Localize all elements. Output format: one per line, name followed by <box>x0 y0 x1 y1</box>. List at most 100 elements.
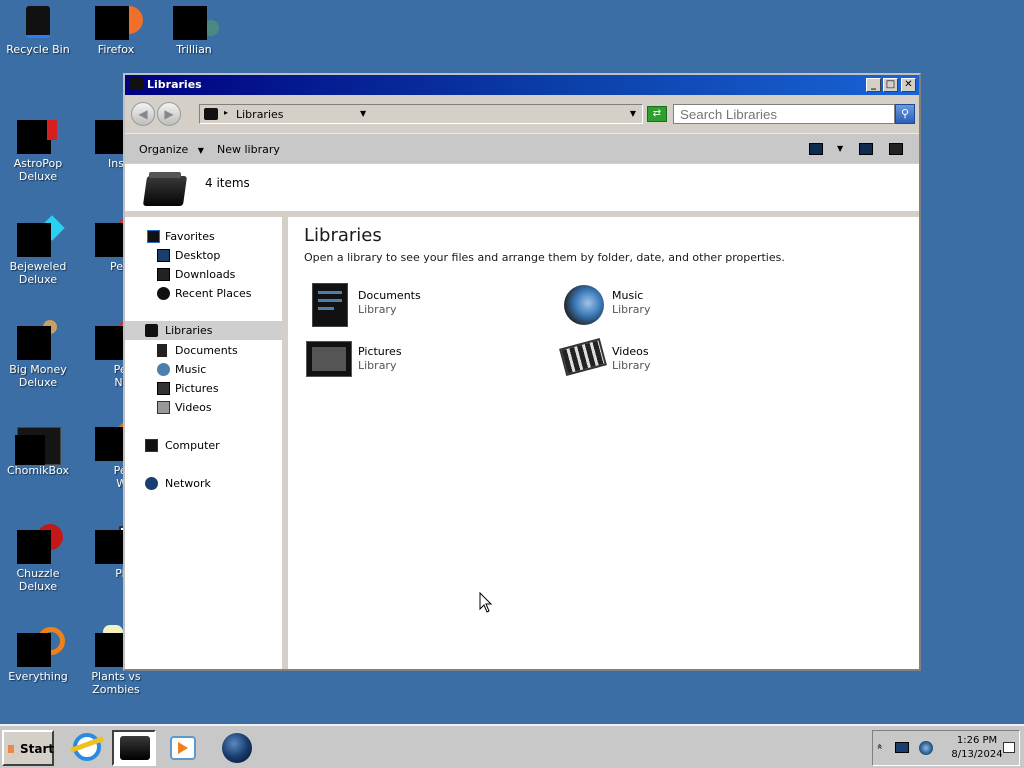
astropop-icon <box>17 120 57 154</box>
library-type: Library <box>612 303 651 316</box>
chevron-down-icon[interactable]: ▼ <box>360 109 366 118</box>
library-name: Music <box>612 289 644 302</box>
view-options-chevron-icon[interactable]: ▼ <box>837 144 843 153</box>
network-tray-icon[interactable] <box>895 742 909 753</box>
library-pictures[interactable]: Pictures Library <box>306 337 506 385</box>
desktop-icon-label: Firefox <box>97 43 135 56</box>
maximize-button[interactable]: □ <box>883 78 898 92</box>
explorer-window[interactable]: Libraries _ □ ✕ ◀ ▶ ▸ Libraries ▼ ▼ ⇄ ⚲ … <box>123 73 921 671</box>
desktop-icon-trillian[interactable]: Trillian <box>156 6 232 56</box>
address-bar-row: ◀ ▶ ▸ Libraries ▼ ▼ ⇄ ⚲ <box>125 95 919 133</box>
big-money-icon <box>17 320 57 360</box>
desktop-icon-label: Plants vs Zombies <box>91 670 141 696</box>
back-button[interactable]: ◀ <box>131 102 155 126</box>
new-library-button[interactable]: New library <box>217 143 280 156</box>
system-tray: » 1:26 PM 8/13/2024 <box>872 730 1020 766</box>
bejeweled-icon <box>17 215 65 257</box>
nav-computer[interactable]: Computer <box>125 436 282 455</box>
chuzzle-icon <box>17 524 63 564</box>
close-button[interactable]: ✕ <box>901 78 916 92</box>
desktop-icon-firefox[interactable]: Firefox <box>78 6 154 56</box>
window-title: Libraries <box>147 78 202 91</box>
recycle-bin-icon <box>21 6 55 40</box>
clock-time[interactable]: 1:26 PM <box>951 735 1003 746</box>
desktop-icon-label: Recycle Bin <box>6 43 70 56</box>
refresh-button[interactable]: ⇄ <box>647 106 667 122</box>
nav-favorites[interactable]: Favorites <box>125 227 282 246</box>
taskbar-internet-explorer[interactable] <box>66 730 110 766</box>
mouse-cursor-icon <box>479 592 493 613</box>
libraries-large-icon <box>142 170 189 210</box>
music-icon <box>157 363 170 376</box>
desktop-icon-label: Everything <box>8 670 68 683</box>
show-hidden-icons-button[interactable]: » <box>875 743 886 749</box>
star-icon <box>147 230 160 243</box>
start-button[interactable]: Start <box>2 730 54 766</box>
nav-label: Documents <box>175 344 238 357</box>
desktop-icon-bejeweled[interactable]: Bejeweled Deluxe <box>0 215 76 286</box>
nav-pictures[interactable]: Pictures <box>125 379 282 398</box>
nav-videos[interactable]: Videos <box>125 398 282 417</box>
desktop-icon-everything[interactable]: Everything <box>0 627 76 683</box>
desktop-icon-big-money[interactable]: Big Money Deluxe <box>0 320 76 389</box>
change-view-icon[interactable] <box>809 143 823 155</box>
title-bar[interactable]: Libraries _ □ ✕ <box>125 75 919 95</box>
clock-date[interactable]: 8/13/2024 <box>945 749 1009 760</box>
chevron-right-icon[interactable]: ▸ <box>224 108 228 117</box>
nav-network[interactable]: Network <box>125 474 282 493</box>
nav-desktop[interactable]: Desktop <box>125 246 282 265</box>
desktop-icon-chomikbox[interactable]: ChomikBox <box>0 427 76 477</box>
volume-icon[interactable] <box>919 741 933 755</box>
taskbar-globe-app[interactable] <box>214 730 258 766</box>
nav-documents[interactable]: Documents <box>125 341 282 360</box>
desktop-icon-label: Trillian <box>176 43 212 56</box>
chomikbox-icon <box>15 427 61 465</box>
address-bar[interactable]: ▸ Libraries ▼ ▼ <box>199 104 643 124</box>
nav-music[interactable]: Music <box>125 360 282 379</box>
trillian-icon <box>173 6 219 40</box>
library-documents[interactable]: Documents Library <box>306 281 506 329</box>
organize-menu[interactable]: Organize ▼ <box>139 143 204 156</box>
library-type: Library <box>358 359 397 372</box>
computer-icon <box>145 439 158 452</box>
search-input[interactable] <box>673 104 895 124</box>
nav-recent-places[interactable]: Recent Places <box>125 284 282 303</box>
desktop-icon-label: Chuzzle Deluxe <box>16 567 60 593</box>
action-center-icon[interactable] <box>1003 742 1015 753</box>
library-music[interactable]: Music Library <box>560 281 760 329</box>
command-bar: Organize ▼ New library ▼ <box>125 133 919 163</box>
navigation-pane[interactable]: Favorites Desktop Downloads Recent Place… <box>125 217 285 669</box>
nav-label: Network <box>165 477 211 490</box>
desktop-icon-label: AstroPop Deluxe <box>13 157 63 183</box>
taskbar: Start » 1:26 PM 8/13/2024 <box>0 724 1024 768</box>
library-videos[interactable]: Videos Library <box>559 337 760 385</box>
taskbar-media-player[interactable] <box>162 730 206 766</box>
item-count: 4 items <box>205 176 250 190</box>
nav-label: Computer <box>165 439 220 452</box>
search-button[interactable]: ⚲ <box>895 104 915 124</box>
address-dropdown-icon[interactable]: ▼ <box>630 109 636 118</box>
forward-button[interactable]: ▶ <box>157 102 181 126</box>
recent-places-icon <box>157 287 170 300</box>
network-icon <box>145 477 158 490</box>
desktop-icon-label: ChomikBox <box>7 464 69 477</box>
library-name: Videos <box>612 345 649 358</box>
libraries-icon <box>204 108 218 120</box>
nav-downloads[interactable]: Downloads <box>125 265 282 284</box>
pictures-icon <box>157 382 170 395</box>
desktop-icon-recycle-bin[interactable]: Recycle Bin <box>0 6 76 56</box>
desktop-icon-chuzzle[interactable]: Chuzzle Deluxe <box>0 524 76 593</box>
globe-icon <box>222 733 252 763</box>
organize-label: Organize <box>139 143 189 156</box>
desktop-icon <box>157 249 170 262</box>
videos-library-icon <box>559 337 607 383</box>
minimize-button[interactable]: _ <box>866 78 881 92</box>
preview-pane-icon[interactable] <box>859 143 873 155</box>
taskbar-explorer[interactable] <box>112 730 156 766</box>
pictures-library-icon <box>306 337 352 383</box>
chevron-down-icon: ▼ <box>197 146 204 155</box>
nav-libraries[interactable]: Libraries <box>125 321 282 340</box>
desktop-icon-astropop[interactable]: AstroPop Deluxe <box>0 120 76 183</box>
help-icon[interactable] <box>889 143 903 155</box>
breadcrumb-libraries[interactable]: Libraries <box>236 108 284 121</box>
